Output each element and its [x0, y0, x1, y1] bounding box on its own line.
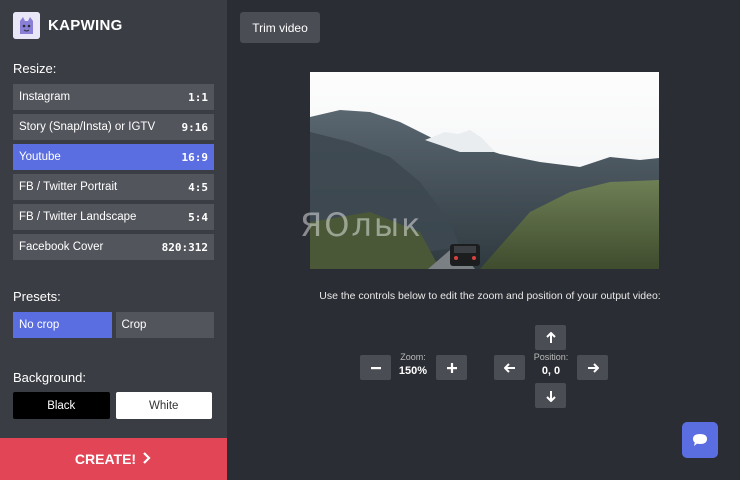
resize-option-ratio: 9:16: [181, 120, 209, 134]
resize-option-fb-twitter-portrait[interactable]: FB / Twitter Portrait 4:5: [13, 174, 214, 200]
controls-hint: Use the controls below to edit the zoom …: [319, 290, 661, 302]
presets-heading: Presets:: [13, 289, 61, 304]
move-down-button[interactable]: [535, 383, 566, 408]
arrow-down-icon: [545, 390, 556, 402]
zoom-value: 150%: [398, 365, 428, 377]
minus-icon: [370, 366, 381, 369]
trim-video-button[interactable]: Trim video: [240, 12, 320, 43]
plus-icon: [446, 362, 457, 373]
resize-option-label: Instagram: [19, 91, 71, 103]
zoom-out-button[interactable]: [360, 355, 391, 380]
arrow-right-icon: [587, 362, 599, 373]
move-right-button[interactable]: [577, 355, 608, 380]
resize-list: Instagram 1:1 Story (Snap/Insta) or IGTV…: [13, 84, 214, 264]
resize-option-instagram[interactable]: Instagram 1:1: [13, 84, 214, 110]
chat-button[interactable]: [682, 422, 718, 458]
resize-option-label: Youtube: [19, 151, 61, 163]
watermark-text: ЯОлык: [300, 206, 423, 244]
resize-option-fb-twitter-landscape[interactable]: FB / Twitter Landscape 5:4: [13, 204, 214, 230]
resize-heading: Resize:: [13, 61, 57, 76]
resize-option-label: FB / Twitter Landscape: [19, 211, 137, 223]
sidebar: KAPWING Resize: Instagram 1:1 Story (Sna…: [0, 0, 227, 480]
preset-no-crop-button[interactable]: No crop: [13, 312, 112, 338]
create-button-label: CREATE!: [74, 451, 137, 467]
chevron-right-icon: [142, 451, 152, 468]
resize-option-label: Facebook Cover: [19, 241, 104, 253]
resize-option-ratio: 16:9: [181, 150, 209, 164]
resize-option-ratio: 5:4: [188, 210, 208, 224]
background-black-button[interactable]: Black: [13, 392, 110, 419]
resize-option-story[interactable]: Story (Snap/Insta) or IGTV 9:16: [13, 114, 214, 140]
arrow-up-icon: [545, 331, 556, 343]
resize-option-ratio: 4:5: [188, 180, 208, 194]
resize-option-ratio: 1:1: [188, 90, 208, 104]
brand-name: KAPWING: [48, 16, 123, 34]
resize-option-label: Story (Snap/Insta) or IGTV: [19, 121, 156, 133]
create-button[interactable]: CREATE!: [0, 438, 227, 480]
move-left-button[interactable]: [494, 355, 525, 380]
resize-option-youtube[interactable]: Youtube 16:9: [13, 144, 214, 170]
position-label: Position:: [533, 352, 569, 362]
resize-option-label: FB / Twitter Portrait: [19, 181, 118, 193]
zoom-in-button[interactable]: [436, 355, 467, 380]
background-heading: Background:: [13, 370, 86, 385]
kapwing-logo-icon: [13, 11, 40, 39]
zoom-label: Zoom:: [400, 352, 426, 362]
chat-bubble-icon: [693, 434, 707, 446]
background-white-button[interactable]: White: [115, 392, 212, 419]
preset-crop-button[interactable]: Crop: [115, 312, 214, 338]
brand[interactable]: KAPWING: [13, 11, 123, 39]
position-value: 0, 0: [541, 365, 561, 377]
background-options: Black White: [13, 392, 212, 419]
resize-option-ratio: 820:312: [161, 240, 208, 254]
presets-group: No crop Crop: [13, 312, 214, 338]
resize-option-facebook-cover[interactable]: Facebook Cover 820:312: [13, 234, 214, 260]
move-up-button[interactable]: [535, 325, 566, 350]
arrow-left-icon: [503, 362, 515, 373]
